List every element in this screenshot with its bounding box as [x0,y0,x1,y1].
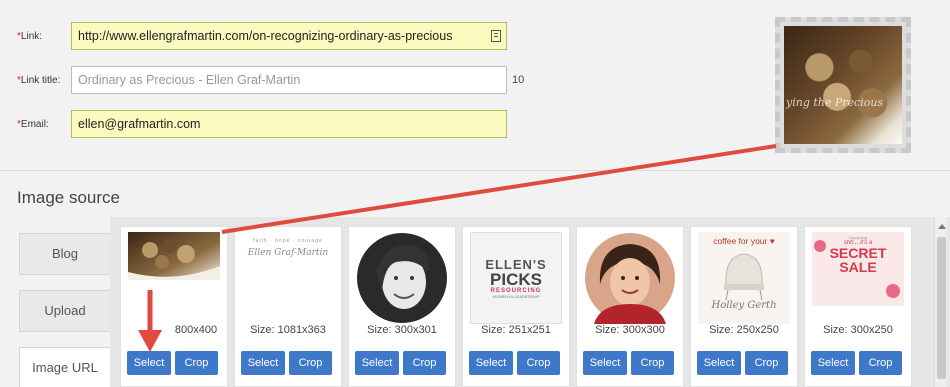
gallery-card: faith · hope · courage Ellen Graf-Martin… [234,226,342,387]
link-title-field[interactable]: Ordinary as Precious - Ellen Graf-Martin [71,66,507,94]
gallery-card: Dayspring shh... it's a SECRET SALE Size… [804,226,912,387]
image-size: Size: 300x250 [823,324,893,336]
link-field[interactable]: http://www.ellengrafmartin.com/on-recogn… [71,22,507,50]
food-photo-icon [128,232,220,280]
gallery-card: Size: 300x301 Select Crop [348,226,456,387]
thumb-text-1: SECRET [829,245,887,261]
crop-button[interactable]: Crop [289,351,332,375]
image-preview-frame: ying the Precious [775,17,911,153]
gallery-card: ELLEN'S PICKS RESOURCING WOMEN IN LEADER… [462,226,570,387]
image-size: Size: 251x251 [481,324,551,336]
tab-upload[interactable]: Upload [19,290,111,332]
banner-top-text: faith · hope · courage [253,238,323,244]
crop-button[interactable]: Crop [859,351,902,375]
image-size: Size: 300x301 [367,324,437,336]
heart-icon: ♥ [769,236,775,246]
chair-icon [724,253,764,300]
select-button[interactable]: Select [811,351,855,375]
link-label: *Link: [17,31,43,42]
image-preview: ying the Precious [784,26,902,144]
scroll-up-icon[interactable] [938,224,946,229]
thumb-text-2: Holley Gerth [711,300,777,311]
crop-button[interactable]: Crop [517,351,560,375]
preview-caption: ying the Precious [786,96,884,109]
gallery-scrollbar[interactable] [934,217,947,387]
gallery-card: 800x400 Select Crop [120,226,228,387]
email-label: *Email: [17,119,49,130]
secret-sale-thumb: Dayspring shh... it's a SECRET SALE [812,232,904,306]
image-size: Size: 250x250 [709,324,779,336]
logo-line4: WOMEN IN LEADERSHIP [492,294,540,299]
crop-button[interactable]: Crop [745,351,788,375]
image-source-title: Image source [17,188,120,207]
open-link-icon[interactable] [491,30,501,42]
image-size: 800x400 [174,324,218,336]
signature-banner-thumb: faith · hope · courage Ellen Graf-Martin [242,232,334,272]
image-size: Size: 300x300 [595,324,665,336]
logo-line2: PICKS [490,270,542,289]
portrait-bw-thumb [356,232,448,324]
image-gallery: 800x400 Select Crop faith · hope · coura… [110,217,950,387]
image-size: Size: 1081x363 [250,324,326,336]
ellens-picks-thumb: ELLEN'S PICKS RESOURCING WOMEN IN LEADER… [470,232,562,324]
thumb-text-1: coffee for your ♥ [713,236,775,246]
banner-signature: Ellen Graf-Martin [247,248,329,258]
thumb-text-2: SALE [839,259,877,275]
tab-blog[interactable]: Blog [19,233,111,275]
email-field[interactable]: ellen@grafmartin.com [71,110,507,138]
select-button[interactable]: Select [697,351,741,375]
crop-button[interactable]: Crop [631,351,674,375]
select-button[interactable]: Select [469,351,513,375]
gallery-card: Size: 300x300 Select Crop [576,226,684,387]
select-button[interactable]: Select [241,351,285,375]
portrait-color-icon [585,233,675,324]
select-button[interactable]: Select [127,351,171,375]
flower-icon [886,284,900,298]
crop-button[interactable]: Crop [175,351,218,375]
link-value: http://www.ellengrafmartin.com/on-recogn… [78,29,453,43]
scroll-thumb[interactable] [937,237,946,379]
food-photo-thumb [128,232,220,280]
section-divider [0,170,950,171]
tab-image-url[interactable]: Image URL [19,347,111,387]
link-title-label: *Link title: [17,75,61,86]
select-button[interactable]: Select [355,351,399,375]
crop-button[interactable]: Crop [403,351,446,375]
coffee-chair-thumb: coffee for your ♥ Holley Gerth [698,232,790,324]
select-button[interactable]: Select [583,351,627,375]
gallery-card: coffee for your ♥ Holley Gerth Size: 250… [690,226,798,387]
portrait-color-thumb [584,232,676,324]
portrait-bw-icon [357,233,447,323]
link-title-count: 10 [512,74,525,86]
flower-icon [814,240,826,252]
